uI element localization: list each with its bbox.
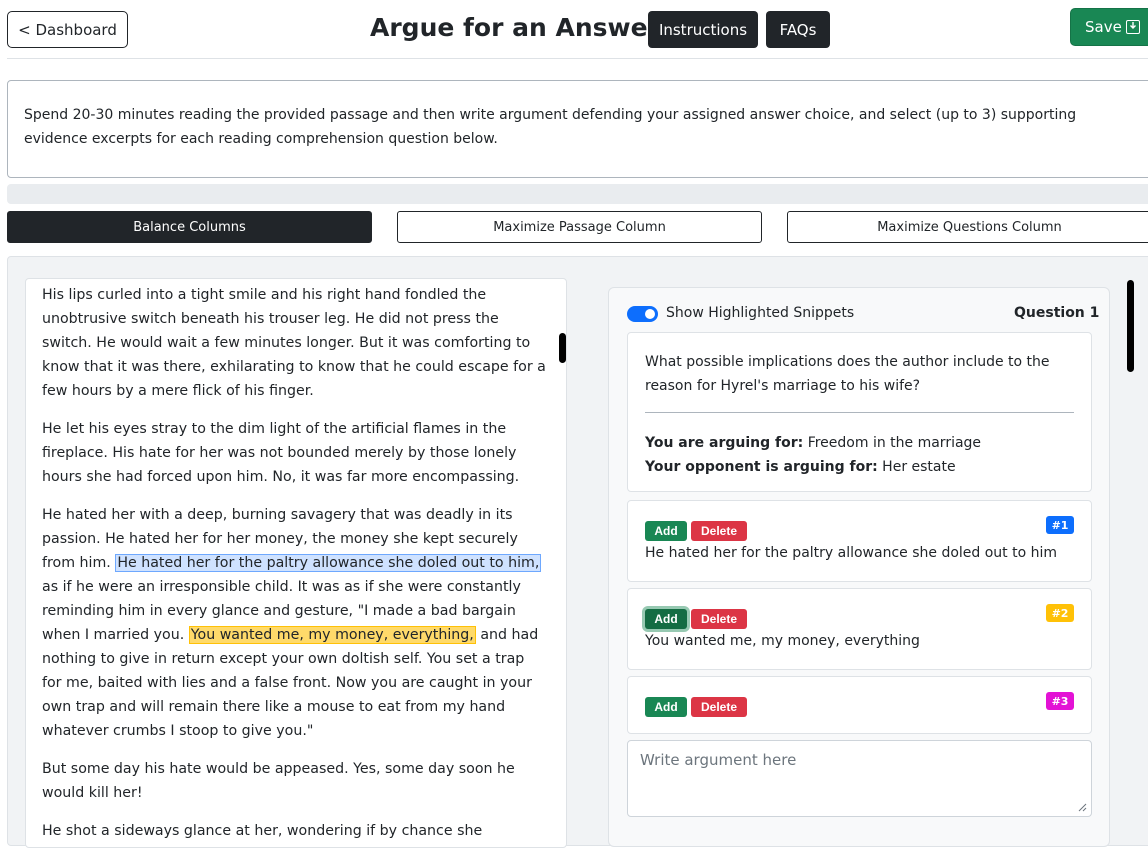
header-divider <box>7 58 1148 59</box>
add-snippet-button[interactable]: Add <box>645 697 687 717</box>
evidence-snippet-card <box>627 588 1092 670</box>
dashboard-button[interactable]: < Dashboard <box>7 11 128 48</box>
passage-paragraph: His lips curled into a tight smile and h… <box>42 287 546 399</box>
instructions-panel: Spend 20-30 minutes reading the provided… <box>7 80 1148 178</box>
faqs-button[interactable]: FAQs <box>766 11 830 48</box>
passage-paragraph: He hated her with a deep, burning savage… <box>42 503 548 743</box>
arguing-for-line: You are arguing for: Freedom in the marr… <box>645 431 981 455</box>
opponent-line: Your opponent is arguing for: Her estate <box>645 455 981 479</box>
instructions-button[interactable]: Instructions <box>648 11 758 48</box>
delete-snippet-button[interactable]: Delete <box>691 609 747 629</box>
progress-bar <box>7 184 1148 204</box>
snippet-text: You wanted me, my money, everything <box>645 633 920 649</box>
argument-assignment: You are arguing for: Freedom in the marr… <box>645 431 981 479</box>
save-label: Save <box>1085 18 1122 36</box>
delete-snippet-button[interactable]: Delete <box>691 697 747 717</box>
snippet-badge: #2 <box>1046 604 1074 622</box>
arguing-for-value: Freedom in the marriage <box>807 435 982 451</box>
show-snippets-toggle[interactable] <box>627 306 658 322</box>
add-snippet-button[interactable]: Add <box>645 521 687 541</box>
maximize-passage-button[interactable]: Maximize Passage Column <box>397 211 762 243</box>
question-text: What possible implications does the auth… <box>645 354 1050 394</box>
opponent-label: Your opponent is arguing for: <box>645 459 878 475</box>
resize-grip-icon[interactable] <box>1078 803 1087 812</box>
passage-paragraph: But some day his hate would be appeased.… <box>42 761 515 801</box>
maximize-questions-button[interactable]: Maximize Questions Column <box>787 211 1148 243</box>
passage-paragraph: He shot a sideways glance at her, wonder… <box>42 823 483 839</box>
passage-panel[interactable]: His lips curled into a tight smile and h… <box>25 278 567 848</box>
snippet-badge: #3 <box>1046 692 1074 710</box>
snippet-badge: #1 <box>1046 516 1074 534</box>
balance-columns-button[interactable]: Balance Columns <box>7 211 372 243</box>
page-title: Argue for an Answer <box>370 13 660 42</box>
arguing-for-label: You are arguing for: <box>645 435 804 451</box>
highlight-snippet-2[interactable]: You wanted me, my money, everything, <box>188 626 476 644</box>
save-button[interactable]: Save <box>1070 8 1148 46</box>
passage-text: His lips curled into a tight smile and h… <box>42 283 548 847</box>
show-snippets-label: Show Highlighted Snippets <box>666 305 855 321</box>
opponent-value: Her estate <box>882 459 956 475</box>
highlight-snippet-1[interactable]: He hated her for the paltry allowance sh… <box>115 554 542 572</box>
add-snippet-button[interactable]: Add <box>645 609 687 629</box>
snippet-text: He hated her for the paltry allowance sh… <box>645 545 1058 561</box>
questions-scrollbar-thumb[interactable] <box>1127 280 1134 372</box>
question-number: Question 1 <box>1014 305 1100 321</box>
argument-input[interactable] <box>627 740 1092 817</box>
passage-scrollbar-thumb[interactable] <box>559 333 566 363</box>
passage-paragraph: He let his eyes stray to the dim light o… <box>42 421 520 485</box>
save-download-icon <box>1125 20 1140 34</box>
delete-snippet-button[interactable]: Delete <box>691 521 747 541</box>
evidence-snippet-card <box>627 500 1092 582</box>
question-divider <box>645 412 1074 413</box>
